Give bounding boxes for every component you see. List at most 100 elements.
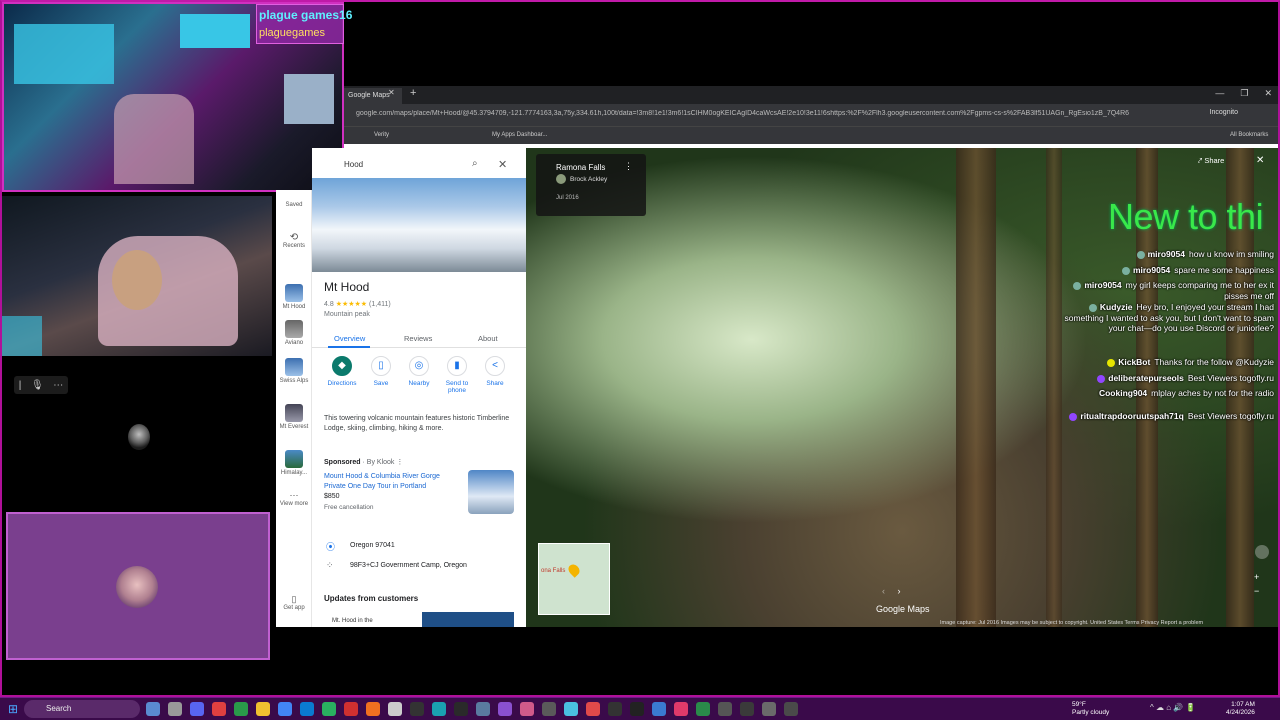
bookmark-all[interactable]: All Bookmarks bbox=[1230, 132, 1268, 138]
street-view-close-icon[interactable]: ✕ bbox=[1256, 155, 1264, 166]
app-icon[interactable] bbox=[476, 702, 490, 716]
app-icon[interactable] bbox=[652, 702, 666, 716]
ad-image[interactable] bbox=[468, 470, 514, 514]
zoom-out-icon[interactable]: − bbox=[1254, 584, 1259, 598]
app-icon[interactable] bbox=[696, 702, 710, 716]
minimap[interactable]: ona Falls bbox=[538, 543, 610, 615]
zoom-in-icon[interactable]: + bbox=[1254, 570, 1259, 584]
tab-about[interactable]: About bbox=[478, 334, 498, 343]
map-footer[interactable]: Image capture: Jul 2016 Images may be su… bbox=[940, 620, 1203, 626]
navigation-arrows[interactable]: ‹ › bbox=[882, 586, 901, 596]
rail-item-view-more[interactable]: ⋯ View more bbox=[278, 490, 310, 507]
file-explorer-icon[interactable] bbox=[256, 702, 270, 716]
rail-item-recents[interactable]: ⟲ Recents bbox=[278, 232, 310, 249]
arrow-left-icon[interactable]: ‹ bbox=[882, 586, 885, 596]
save-button[interactable]: ▯ Save bbox=[364, 356, 398, 387]
cursor-icon[interactable]: | bbox=[19, 380, 22, 391]
close-icon[interactable]: ✕ bbox=[498, 158, 507, 171]
app-icon[interactable] bbox=[410, 702, 424, 716]
zoom-controls[interactable]: + − bbox=[1254, 570, 1259, 598]
chrome-icon[interactable] bbox=[278, 702, 292, 716]
update-preview-text[interactable]: Mt. Hood in the bbox=[332, 618, 373, 624]
tab-overview[interactable]: Overview bbox=[334, 334, 365, 343]
app-icon[interactable] bbox=[366, 702, 380, 716]
app-icon[interactable] bbox=[608, 702, 622, 716]
bookmark-my-apps[interactable]: My Apps Dashboar... bbox=[492, 132, 547, 138]
close-window-icon[interactable]: ✕ bbox=[1264, 88, 1272, 99]
plus-code[interactable]: 98F3+CJ Government Camp, Oregon bbox=[350, 562, 467, 569]
app-icon[interactable] bbox=[630, 702, 644, 716]
rail-item-swiss-alps[interactable]: Swiss Alps bbox=[278, 358, 310, 384]
rating[interactable]: 4.8 ★★★★★ (1,411) bbox=[324, 300, 391, 308]
app-icon[interactable] bbox=[146, 702, 160, 716]
app-icon[interactable] bbox=[498, 702, 512, 716]
rail-item-aviano[interactable]: Aviano bbox=[278, 320, 310, 346]
author-name[interactable]: Brock Ackley bbox=[570, 176, 607, 183]
rail-item-get-app[interactable]: ▯ Get app bbox=[278, 594, 310, 611]
tab-reviews[interactable]: Reviews bbox=[404, 334, 432, 343]
maximize-icon[interactable]: ❐ bbox=[1240, 88, 1248, 99]
xbox-icon[interactable] bbox=[234, 702, 248, 716]
directions-button[interactable]: ◆ Directions bbox=[325, 356, 359, 387]
review-count[interactable]: (1,411) bbox=[369, 301, 391, 308]
rail-item-saved[interactable]: Saved bbox=[278, 202, 310, 208]
send-to-phone-button[interactable]: ▮ Send to phone bbox=[440, 356, 474, 394]
sponsored-by[interactable]: · By Klook ⋮ bbox=[363, 459, 404, 466]
mic-icon[interactable]: 🎙 bbox=[31, 380, 44, 391]
ad-title-link[interactable]: Mount Hood & Columbia River Gorge Privat… bbox=[324, 472, 456, 492]
rail-item-mt-hood[interactable]: Mt Hood bbox=[278, 284, 310, 310]
compass-icon[interactable] bbox=[1255, 545, 1269, 559]
windows-start-icon[interactable]: ⊞ bbox=[8, 702, 18, 716]
tab-close-icon[interactable]: ✕ bbox=[388, 88, 395, 97]
more-icon[interactable]: ⋯ bbox=[53, 380, 63, 391]
app-icon[interactable] bbox=[762, 702, 776, 716]
app-icon[interactable] bbox=[784, 702, 798, 716]
weather-widget[interactable]: 59°F Partly cloudy bbox=[1072, 701, 1109, 717]
update-image[interactable] bbox=[422, 612, 514, 627]
arrow-right-icon[interactable]: › bbox=[898, 586, 901, 596]
share-button[interactable]: < Share bbox=[478, 356, 512, 387]
app-icon[interactable] bbox=[520, 702, 534, 716]
hero-image[interactable] bbox=[312, 178, 526, 272]
search-input[interactable]: Hood bbox=[344, 160, 363, 169]
app-icon[interactable] bbox=[564, 702, 578, 716]
bookmark-verity[interactable]: Verity bbox=[374, 132, 389, 138]
app-icon[interactable] bbox=[740, 702, 754, 716]
clock[interactable]: 1:07 AM 4/24/2026 bbox=[1226, 701, 1255, 717]
address-line[interactable]: Oregon 97041 bbox=[350, 542, 395, 549]
new-tab-icon[interactable]: + bbox=[410, 87, 416, 99]
minimize-icon[interactable]: — bbox=[1215, 88, 1224, 99]
taskbar-search[interactable]: Search bbox=[24, 700, 140, 718]
chat-text: spare me some happiness bbox=[1174, 265, 1274, 275]
system-tray[interactable]: ^ ☁ ⌂ 🔊 🔋 bbox=[1150, 703, 1195, 712]
settings-icon[interactable] bbox=[542, 702, 556, 716]
app-icon[interactable] bbox=[212, 702, 226, 716]
rating-value: 4.8 bbox=[324, 301, 334, 308]
search-box[interactable]: Hood ⌕ ✕ bbox=[312, 154, 524, 176]
app-icon[interactable] bbox=[432, 702, 446, 716]
app-icon[interactable] bbox=[586, 702, 600, 716]
nearby-button[interactable]: ◎ Nearby bbox=[402, 356, 436, 387]
app-icon[interactable] bbox=[454, 702, 468, 716]
address-bar[interactable]: google.com/maps/place/Mt+Hood/@45.379470… bbox=[344, 104, 1278, 126]
mini-toolbar[interactable]: | 🎙 ⋯ bbox=[14, 376, 68, 394]
more-options-icon[interactable]: ⋮ bbox=[624, 161, 633, 172]
share-label: Share bbox=[1204, 156, 1225, 165]
app-icon[interactable] bbox=[168, 702, 182, 716]
rail-item-mt-everest[interactable]: Mt Everest bbox=[278, 404, 310, 430]
edge-icon[interactable] bbox=[300, 702, 314, 716]
obs-icon[interactable] bbox=[388, 702, 402, 716]
url-text[interactable]: google.com/maps/place/Mt+Hood/@45.379470… bbox=[356, 110, 1156, 117]
discord-icon[interactable] bbox=[190, 702, 204, 716]
app-icon[interactable] bbox=[344, 702, 358, 716]
rail-item-himalayas[interactable]: Himalay... bbox=[278, 450, 310, 476]
capture-date[interactable]: Jul 2016 bbox=[556, 195, 579, 201]
app-icon[interactable] bbox=[674, 702, 688, 716]
incognito-label: Incognito bbox=[1209, 109, 1238, 116]
search-icon[interactable]: ⌕ bbox=[472, 158, 478, 169]
app-icon[interactable] bbox=[718, 702, 732, 716]
place-type[interactable]: Mountain peak bbox=[324, 311, 370, 318]
app-icon[interactable] bbox=[322, 702, 336, 716]
location-title[interactable]: Ramona Falls bbox=[556, 163, 605, 172]
street-view-share-button[interactable]: ⤤ Share bbox=[1198, 156, 1224, 166]
